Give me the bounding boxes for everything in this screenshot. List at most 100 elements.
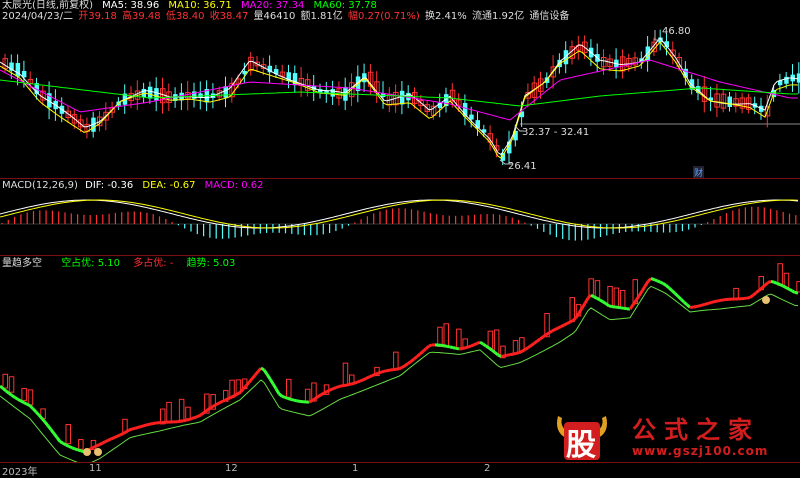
trend-line-segment <box>120 434 123 436</box>
trend-line-segment <box>117 435 120 436</box>
trend-line-segment <box>312 399 315 401</box>
trend-line-segment <box>648 278 651 281</box>
trend-line-segment <box>183 420 186 421</box>
trend-line-segment <box>483 344 486 346</box>
trend-line-segment <box>369 376 372 377</box>
trend-line-segment <box>60 442 63 444</box>
trend-line-segment <box>471 345 474 346</box>
trend-line-segment <box>336 386 339 387</box>
trend-line-segment <box>45 422 48 426</box>
price-panel[interactable]: 太辰光(日线,前复权) MA5: 38.96 MA10: 36.71 MA20:… <box>0 0 800 178</box>
trend-bar <box>79 440 84 450</box>
trend-line-segment <box>519 351 522 352</box>
trend-line-segment <box>558 327 561 328</box>
trend-bar <box>394 352 399 370</box>
trend-line-segment <box>345 385 348 386</box>
trend-line-segment <box>465 347 468 348</box>
trend-line-segment <box>417 354 420 357</box>
trend-line-segment <box>129 429 132 430</box>
macd-panel[interactable]: MACD(12,26,9) DIF: -0.36 DEA: -0.67 MACD… <box>0 179 800 255</box>
trend-bar <box>494 330 499 353</box>
trend-line-segment <box>99 443 102 445</box>
candle-down <box>148 87 153 99</box>
trend-line-segment <box>543 335 546 337</box>
trend-line-segment <box>474 343 477 344</box>
trend-line-segment <box>681 299 684 302</box>
candle-down <box>728 97 733 107</box>
trend-line-segment <box>63 443 66 445</box>
trend-line-segment <box>408 361 411 363</box>
trend-line-segment <box>447 346 450 347</box>
trend-line-segment <box>756 290 759 292</box>
trend-line-segment <box>540 337 543 339</box>
trend-line-segment <box>462 348 465 349</box>
trend-line-segment <box>699 305 702 306</box>
trend-bar <box>589 279 594 296</box>
trend-line-segment <box>546 333 549 335</box>
trend-line-segment <box>210 406 213 408</box>
trend-line-segment <box>663 283 666 285</box>
trend-line-segment <box>201 413 204 415</box>
trend-line-segment <box>225 399 228 400</box>
trend-line-segment <box>522 350 525 352</box>
trend-line-segment <box>510 354 513 355</box>
trend-line-segment <box>189 419 192 420</box>
trend-line-segment <box>495 353 498 355</box>
watermark-logo: 股 公式之家 www.gszj100.com <box>552 408 792 468</box>
trend-line-segment <box>504 355 507 356</box>
candle-down <box>224 86 229 97</box>
trend-line-segment <box>714 301 717 302</box>
trend-line-segment <box>276 389 279 394</box>
trend-line-segment <box>453 348 456 349</box>
trend-line-segment <box>105 440 108 441</box>
trend-bar <box>513 341 518 354</box>
trend-line-segment <box>279 394 282 396</box>
trend-line-segment <box>57 438 60 442</box>
trend-line-segment <box>468 346 471 347</box>
trend-line-segment <box>12 395 15 397</box>
trend-bar <box>305 389 310 401</box>
trend-line-segment <box>126 430 129 432</box>
trend-bar <box>463 339 468 347</box>
trend-line-segment <box>792 291 795 293</box>
trend-line-segment <box>9 393 12 395</box>
trend-line-segment <box>411 359 414 361</box>
trend-line-segment <box>339 386 342 387</box>
trend-bar <box>343 363 348 385</box>
trend-line-segment <box>123 432 126 434</box>
trend-line-segment <box>777 283 780 284</box>
trend-line-segment <box>759 288 762 291</box>
trend-line-segment <box>582 303 585 308</box>
trend-line-segment <box>765 283 768 286</box>
trend-line-segment <box>36 412 39 415</box>
trend-line-segment <box>444 346 447 347</box>
trend-line-segment <box>6 391 9 393</box>
trend-line-segment <box>75 449 78 450</box>
trend-line-segment <box>696 306 699 307</box>
trend-bar <box>595 281 600 298</box>
trend-line-segment <box>780 285 783 286</box>
trend-line-segment <box>258 368 261 372</box>
trend-line-segment <box>549 331 552 333</box>
trend-line-segment <box>516 353 519 354</box>
trend-line-segment <box>30 406 33 409</box>
trend-line-segment <box>399 367 402 368</box>
ma10-line <box>0 42 798 158</box>
trend-line-segment <box>501 356 504 357</box>
trend-line-segment <box>684 302 687 305</box>
trend-line-segment <box>195 416 198 417</box>
trend-bar <box>457 329 462 348</box>
trend-line-segment <box>630 305 633 309</box>
trend-line-segment <box>600 300 603 302</box>
trend-line-segment <box>138 427 141 428</box>
trend-bar <box>3 374 8 388</box>
trend-line-segment <box>786 288 789 290</box>
macd-chart[interactable] <box>0 179 800 255</box>
trend-line-segment <box>387 370 390 371</box>
money-bag-icon <box>94 448 102 456</box>
trend-line-segment <box>750 295 753 297</box>
trend-line-segment <box>747 297 750 298</box>
trend-line-segment <box>507 355 510 356</box>
axis-label-feb: 2 <box>484 463 490 474</box>
trend-bar <box>167 402 172 422</box>
